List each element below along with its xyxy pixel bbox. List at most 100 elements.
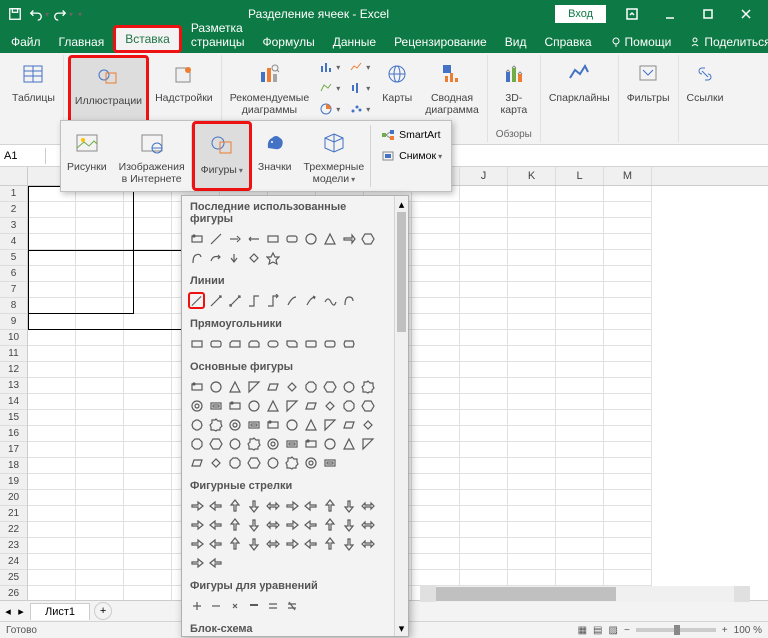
- cell[interactable]: [124, 410, 172, 426]
- cell[interactable]: [604, 282, 652, 298]
- shape-option[interactable]: [188, 416, 205, 433]
- name-box[interactable]: A1: [0, 148, 46, 164]
- cell[interactable]: [460, 266, 508, 282]
- chart-stats-button[interactable]: ▾: [345, 78, 373, 98]
- cell[interactable]: [124, 538, 172, 554]
- cell[interactable]: [460, 314, 508, 330]
- cell[interactable]: [76, 282, 124, 298]
- cell[interactable]: [412, 554, 460, 570]
- cell[interactable]: [412, 490, 460, 506]
- icons-button[interactable]: Значки: [252, 121, 298, 191]
- cell[interactable]: [508, 346, 556, 362]
- row-header[interactable]: 15: [0, 410, 28, 426]
- scroll-up-button[interactable]: ▴: [395, 196, 408, 212]
- shape-option[interactable]: [188, 292, 205, 309]
- row-header[interactable]: 10: [0, 330, 28, 346]
- shape-option[interactable]: [340, 497, 357, 514]
- cell[interactable]: [556, 202, 604, 218]
- shape-option[interactable]: [283, 435, 300, 452]
- tab-layout[interactable]: Разметка страницы: [182, 17, 254, 53]
- cell[interactable]: [508, 394, 556, 410]
- shape-option[interactable]: [321, 335, 338, 352]
- shape-option[interactable]: [340, 335, 357, 352]
- row-header[interactable]: 20: [0, 490, 28, 506]
- cell[interactable]: [556, 474, 604, 490]
- cell[interactable]: [556, 298, 604, 314]
- cell[interactable]: [508, 186, 556, 202]
- zoom-out-button[interactable]: −: [624, 625, 630, 636]
- cell[interactable]: [76, 314, 124, 330]
- shape-option[interactable]: [283, 497, 300, 514]
- shape-option[interactable]: [207, 230, 224, 247]
- shape-option[interactable]: [264, 378, 281, 395]
- chart-scatter-button[interactable]: ▾: [345, 99, 373, 119]
- horizontal-scrollbar[interactable]: [420, 586, 750, 602]
- cell[interactable]: [604, 378, 652, 394]
- cell[interactable]: [460, 554, 508, 570]
- cell[interactable]: [124, 474, 172, 490]
- shape-option[interactable]: [283, 230, 300, 247]
- cell[interactable]: [76, 378, 124, 394]
- cell[interactable]: [124, 570, 172, 586]
- cell[interactable]: [124, 314, 172, 330]
- cell[interactable]: [76, 458, 124, 474]
- shape-option[interactable]: [245, 435, 262, 452]
- cell[interactable]: [28, 266, 76, 282]
- cell[interactable]: [460, 442, 508, 458]
- cell[interactable]: [508, 298, 556, 314]
- shape-option[interactable]: [283, 597, 300, 614]
- cell[interactable]: [28, 314, 76, 330]
- cell[interactable]: [508, 378, 556, 394]
- shape-option[interactable]: [226, 397, 243, 414]
- cell[interactable]: [556, 506, 604, 522]
- shape-option[interactable]: [207, 554, 224, 571]
- shape-option[interactable]: [245, 416, 262, 433]
- shape-option[interactable]: [188, 435, 205, 452]
- shape-option[interactable]: [188, 597, 205, 614]
- cell[interactable]: [508, 362, 556, 378]
- shape-option[interactable]: [207, 535, 224, 552]
- share-button[interactable]: Поделиться: [680, 31, 768, 53]
- cell[interactable]: [28, 394, 76, 410]
- tab-file[interactable]: Файл: [2, 31, 50, 53]
- shape-option[interactable]: [264, 435, 281, 452]
- cell[interactable]: [508, 522, 556, 538]
- cell[interactable]: [412, 202, 460, 218]
- tab-insert[interactable]: Вставка: [113, 25, 182, 53]
- cell[interactable]: [124, 202, 172, 218]
- cell[interactable]: [124, 298, 172, 314]
- row-header[interactable]: 25: [0, 570, 28, 586]
- tab-home[interactable]: Главная: [50, 31, 114, 53]
- cell[interactable]: [124, 250, 172, 266]
- cell[interactable]: [124, 346, 172, 362]
- cell[interactable]: [604, 426, 652, 442]
- cell[interactable]: [604, 522, 652, 538]
- shape-option[interactable]: [245, 454, 262, 471]
- cell[interactable]: [76, 250, 124, 266]
- shape-option[interactable]: [302, 416, 319, 433]
- cell[interactable]: [412, 282, 460, 298]
- cell[interactable]: [604, 394, 652, 410]
- shape-option[interactable]: [188, 378, 205, 395]
- view-pagebreak-button[interactable]: ▨: [609, 625, 618, 636]
- cell[interactable]: [460, 250, 508, 266]
- cell[interactable]: [124, 234, 172, 250]
- cell[interactable]: [604, 442, 652, 458]
- cell[interactable]: [460, 362, 508, 378]
- cell[interactable]: [412, 266, 460, 282]
- shape-option[interactable]: [245, 516, 262, 533]
- shape-option[interactable]: [264, 516, 281, 533]
- shape-option[interactable]: [321, 516, 338, 533]
- shape-option[interactable]: [207, 335, 224, 352]
- sheet-nav-prev[interactable]: ◂: [2, 603, 14, 619]
- cell[interactable]: [412, 362, 460, 378]
- cell[interactable]: [76, 442, 124, 458]
- cell[interactable]: [412, 298, 460, 314]
- row-header[interactable]: 11: [0, 346, 28, 362]
- shape-option[interactable]: [283, 292, 300, 309]
- maximize-button[interactable]: [690, 3, 726, 25]
- shape-option[interactable]: [283, 397, 300, 414]
- shape-option[interactable]: [359, 397, 376, 414]
- shapes-button[interactable]: Фигуры▾: [192, 121, 252, 191]
- cell[interactable]: [28, 202, 76, 218]
